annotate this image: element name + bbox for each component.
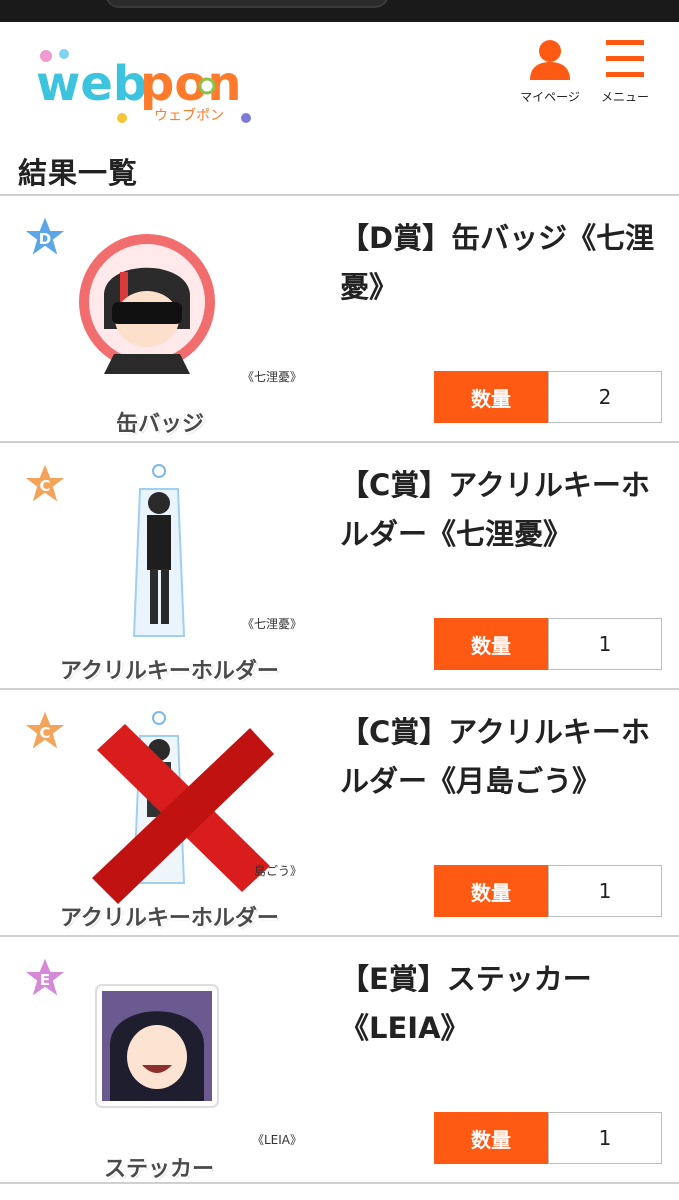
character-caption: 《七浬憂》 <box>242 370 303 384</box>
quantity-box: 数量 1 <box>434 1112 662 1164</box>
camera-notch <box>105 0 389 8</box>
quantity-box: 数量 2 <box>434 371 662 423</box>
character-caption: 《LEIA》 <box>252 1133 303 1147</box>
mypage-label: マイページ <box>520 90 580 104</box>
item-name: 【D賞】缶バッジ《七浬憂》 <box>340 221 655 304</box>
result-item: C 《七浬憂》 アクリルキーホルダー 【C賞】アクリルキーホルダー《七浬憂》 数… <box>0 443 679 688</box>
site-header: web pon ウェブポン マイページ メニュー <box>0 22 679 124</box>
quantity-value: 2 <box>548 371 662 423</box>
hamburger-menu-icon <box>606 40 644 77</box>
status-bar <box>0 0 679 22</box>
quantity-label: 数量 <box>434 1112 548 1164</box>
menu-label: メニュー <box>600 90 649 104</box>
character-caption: 島ごう》 <box>254 864 303 878</box>
svg-text:web: web <box>36 56 147 112</box>
menu-button[interactable]: メニュー <box>590 38 660 105</box>
quantity-value: 1 <box>548 865 662 917</box>
item-name: 【C賞】アクリルキーホルダー《七浬憂》 <box>340 468 650 551</box>
mypage-button[interactable]: マイページ <box>515 38 585 105</box>
quantity-box: 数量 1 <box>434 618 662 670</box>
sticker-image: E 《LEIA》 ステッカー <box>22 955 312 1182</box>
acrylic-keychain-image: C 島ごう》 アクリルキーホルダー <box>22 708 312 931</box>
divider <box>0 1182 679 1184</box>
item-name: 【E賞】ステッカー《LEIA》 <box>340 962 592 1045</box>
can-badge-image: D 《七浬憂》 缶バッジ <box>22 214 312 437</box>
page-title: 結果一覧 <box>18 156 139 190</box>
quantity-label: 数量 <box>434 371 548 423</box>
product-caption: 缶バッジ <box>116 412 205 437</box>
svg-text:pon: pon <box>140 56 242 112</box>
quantity-box: 数量 1 <box>434 865 662 917</box>
result-item: E 《LEIA》 ステッカー 【E賞】ステッカー《LEIA》 数量 1 <box>0 937 679 1182</box>
result-item: D 《七浬憂》 缶バッジ 【D賞】缶バッジ《七浬憂》 数量 2 <box>0 196 679 441</box>
webpon-logo[interactable]: web pon ウェブポン <box>36 48 261 128</box>
product-caption: ステッカー <box>104 1157 215 1182</box>
quantity-label: 数量 <box>434 865 548 917</box>
user-icon <box>530 40 570 80</box>
product-caption: アクリルキーホルダー <box>60 906 279 931</box>
character-caption: 《七浬憂》 <box>242 617 303 631</box>
quantity-value: 1 <box>548 618 662 670</box>
quantity-value: 1 <box>548 1112 662 1164</box>
cross-mark-icon <box>92 724 274 904</box>
result-item: C 島ごう》 アクリルキーホルダー 【C賞】アクリルキーホルダー《月島ごう》 数… <box>0 690 679 935</box>
product-caption: アクリルキーホルダー <box>60 659 279 684</box>
svg-text:ウェブポン: ウェブポン <box>154 107 224 124</box>
quantity-label: 数量 <box>434 618 548 670</box>
item-name: 【C賞】アクリルキーホルダー《月島ごう》 <box>340 715 650 798</box>
acrylic-keychain-image: C 《七浬憂》 アクリルキーホルダー <box>22 461 312 684</box>
